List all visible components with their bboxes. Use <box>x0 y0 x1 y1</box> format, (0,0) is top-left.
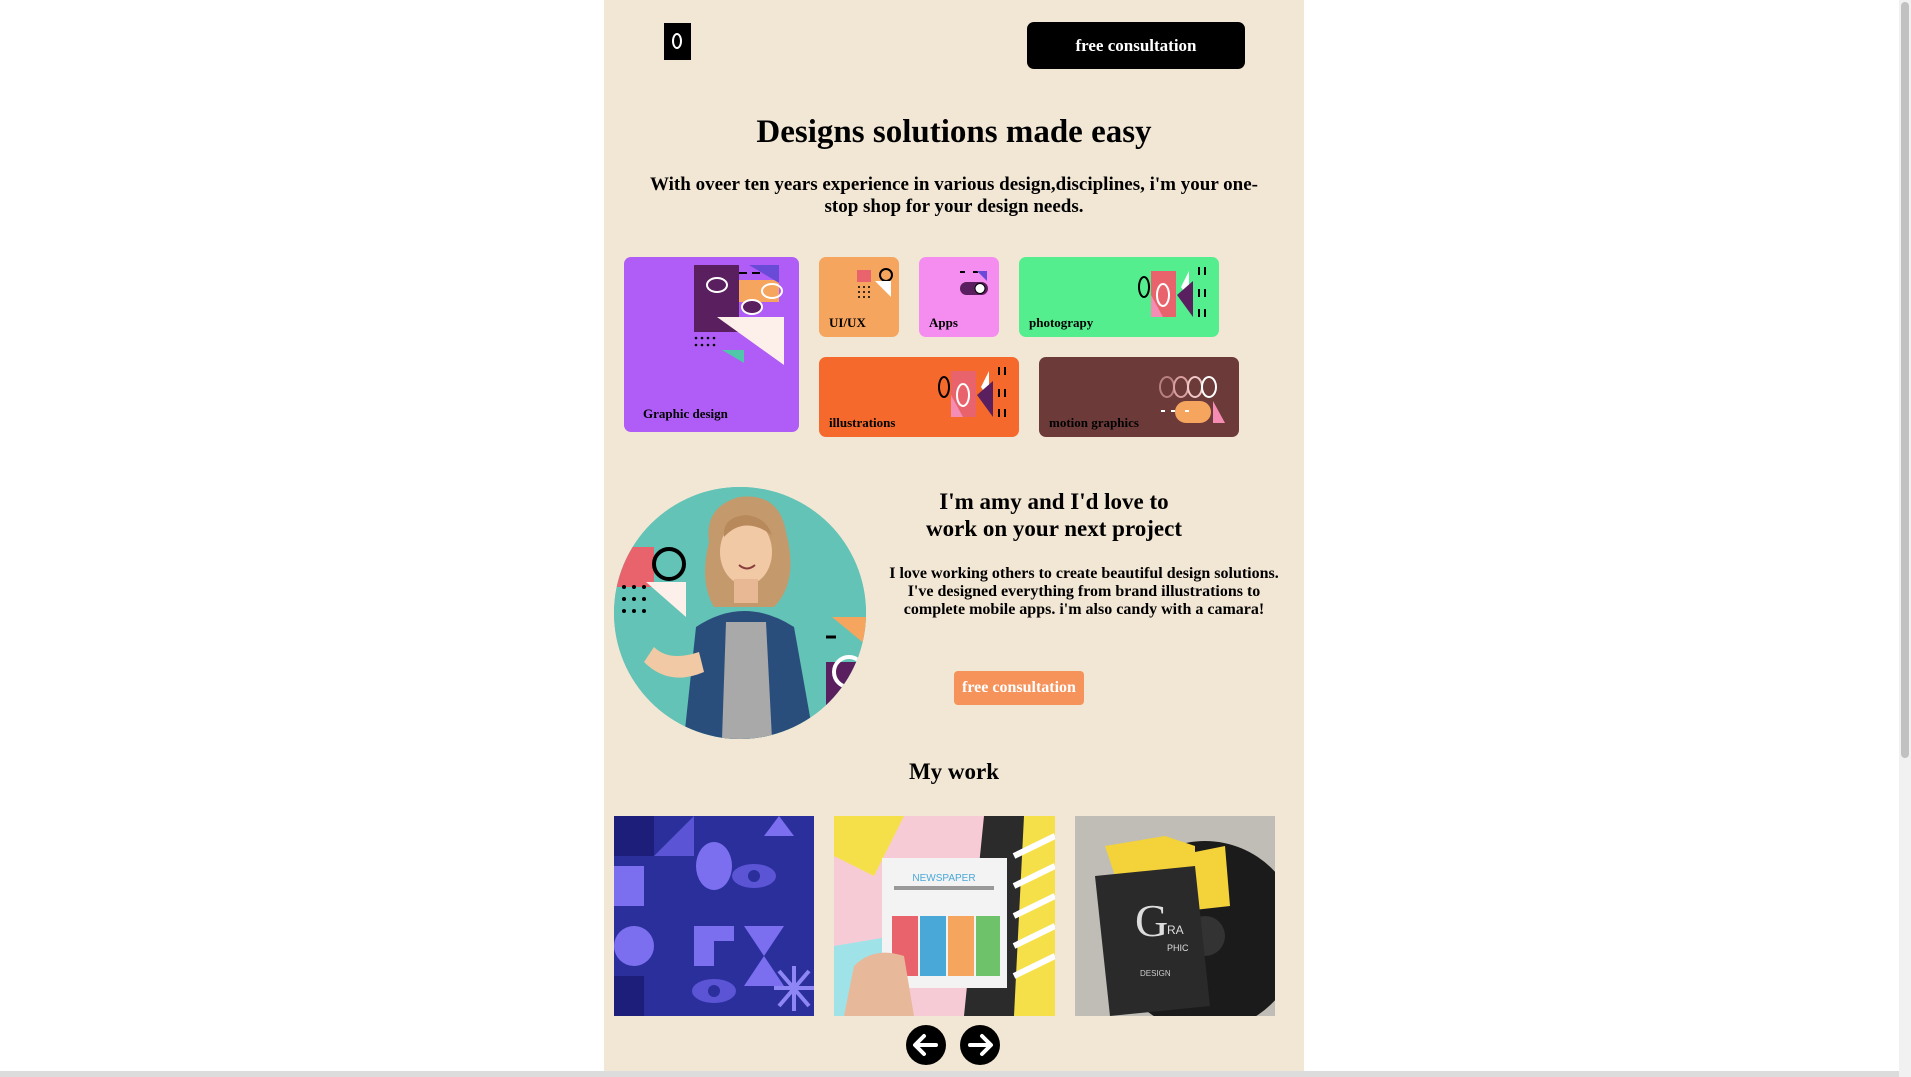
scrollbar-thumb[interactable] <box>1901 2 1909 758</box>
about-title-line: I'm amy and I'd love to <box>939 489 1169 514</box>
carousel-next-button[interactable] <box>960 1025 1000 1065</box>
uiux-illustration <box>857 268 893 298</box>
service-card-illustrations[interactable]: illustrations <box>819 357 1019 437</box>
service-card-apps[interactable]: Apps <box>919 257 999 337</box>
newspaper-artwork-image: NEWSPAPER <box>834 816 1055 1016</box>
graphic-book-artwork-image: G RA PHIC DESIGN <box>1075 816 1275 1016</box>
motion-graphics-illustration <box>1159 376 1225 423</box>
photography-illustration <box>1138 267 1206 317</box>
logo-ring-icon <box>672 33 682 49</box>
arrow-left-icon <box>913 1034 938 1056</box>
arrow-right-icon <box>968 1034 993 1056</box>
apps-illustration <box>960 271 988 295</box>
my-work-title: My work <box>908 759 1000 784</box>
svg-text:DESIGN: DESIGN <box>1140 969 1171 978</box>
graphic-design-illustration <box>694 265 784 365</box>
work-item-newspaper[interactable]: NEWSPAPER <box>834 816 1055 1016</box>
pattern-artwork-image <box>614 816 814 1016</box>
horizontal-scrollbar[interactable] <box>0 1071 1899 1077</box>
profile-photo <box>614 487 866 739</box>
service-card-label: motion graphics <box>1049 415 1139 430</box>
profile-illustration <box>614 487 866 739</box>
carousel-prev-button[interactable] <box>906 1025 946 1065</box>
about-title-line: work on your next project <box>926 516 1182 541</box>
service-card-label: photograpy <box>1029 315 1094 330</box>
service-card-label: illustrations <box>829 415 896 430</box>
service-card-graphic-design[interactable]: Graphic design <box>624 257 799 432</box>
page-title: Designs solutions made easy <box>756 114 1152 150</box>
about-title: I'm amy and I'd love to work on your nex… <box>909 488 1199 542</box>
logo[interactable] <box>664 23 691 60</box>
work-item-graphic-book[interactable]: G RA PHIC DESIGN <box>1075 816 1275 1016</box>
vertical-scrollbar[interactable] <box>1899 0 1911 1077</box>
page-subtitle: With oveer ten years experience in vario… <box>650 174 1258 217</box>
svg-text:NEWSPAPER: NEWSPAPER <box>912 873 975 884</box>
service-card-uiux[interactable]: UI/UX <box>819 257 899 337</box>
free-consultation-button-header[interactable]: free consultation <box>1027 22 1245 69</box>
about-text: I love working others to create beautifu… <box>889 565 1279 618</box>
svg-text:RA: RA <box>1167 923 1184 937</box>
svg-text:G: G <box>1135 895 1168 946</box>
service-card-motion-graphics[interactable]: motion graphics <box>1039 357 1239 437</box>
service-card-photography[interactable]: photograpy <box>1019 257 1219 337</box>
service-card-label: UI/UX <box>829 315 866 330</box>
landing-page: free consultation Designs solutions made… <box>604 0 1304 1072</box>
work-item-pattern[interactable] <box>614 816 814 1016</box>
free-consultation-button-about[interactable]: free consultation <box>954 671 1084 705</box>
service-card-label: Graphic design <box>643 406 728 421</box>
service-card-label: Apps <box>929 315 958 330</box>
illustrations-illustration <box>938 367 1006 417</box>
svg-text:PHIC: PHIC <box>1167 943 1189 953</box>
